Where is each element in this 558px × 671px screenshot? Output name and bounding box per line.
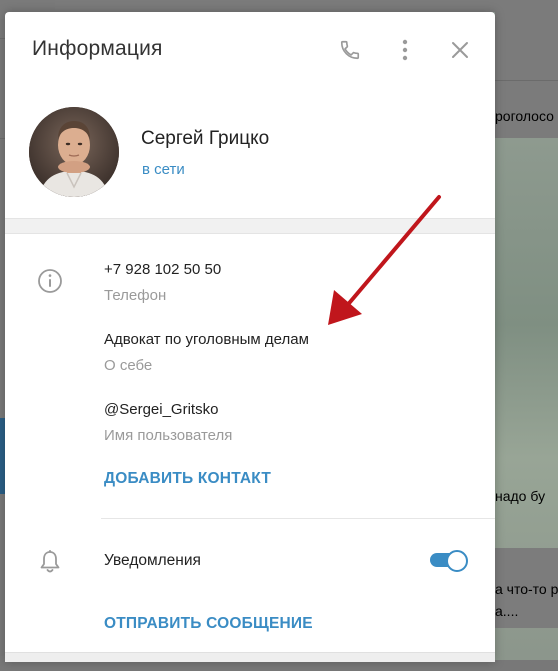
- dialog-header: Информация: [5, 12, 495, 88]
- user-info-dialog: Информация Сергей Грицко в сети +7 928 1…: [5, 12, 495, 662]
- section-divider: [5, 218, 495, 234]
- dialog-bottom-edge: [5, 652, 495, 662]
- username-label: Имя пользователя: [104, 427, 233, 444]
- notifications-toggle[interactable]: [430, 549, 468, 572]
- divider: [101, 518, 495, 519]
- background-text-snippet: а....: [495, 603, 519, 619]
- background-text-snippet: роголосо: [495, 108, 554, 124]
- avatar[interactable]: [29, 107, 119, 197]
- avatar-photo: [29, 107, 119, 197]
- call-button[interactable]: [336, 36, 364, 64]
- close-icon: [452, 42, 468, 58]
- more-options-button[interactable]: [391, 36, 419, 64]
- username-value[interactable]: @Sergei_Gritsko: [104, 401, 218, 418]
- info-icon: [38, 269, 62, 293]
- send-message-button[interactable]: ОТПРАВИТЬ СООБЩЕНИЕ: [104, 615, 313, 633]
- about-label: О себе: [104, 357, 153, 374]
- phone-label: Телефон: [104, 287, 167, 304]
- toggle-knob: [446, 550, 468, 572]
- phone-value[interactable]: +7 928 102 50 50: [104, 261, 221, 278]
- notifications-label: Уведомления: [104, 552, 201, 569]
- dialog-title: Информация: [32, 37, 163, 60]
- bell-icon: [40, 550, 60, 573]
- background-text-snippet: а что-то р: [495, 581, 558, 597]
- background-text-snippet: надо бу: [495, 488, 546, 504]
- add-contact-button[interactable]: ДОБАВИТЬ КОНТАКТ: [104, 470, 271, 488]
- background-chat-header: [495, 0, 558, 80]
- about-value: Адвокат по уголовным делам: [104, 331, 309, 348]
- profile-section: Сергей Грицко в сети: [5, 88, 495, 218]
- close-button[interactable]: [446, 36, 474, 64]
- phone-icon: [340, 40, 360, 60]
- profile-name: Сергей Грицко: [141, 128, 270, 149]
- online-status: в сети: [142, 161, 185, 178]
- more-vertical-icon: [402, 39, 408, 61]
- background-top-strip: [55, 0, 495, 12]
